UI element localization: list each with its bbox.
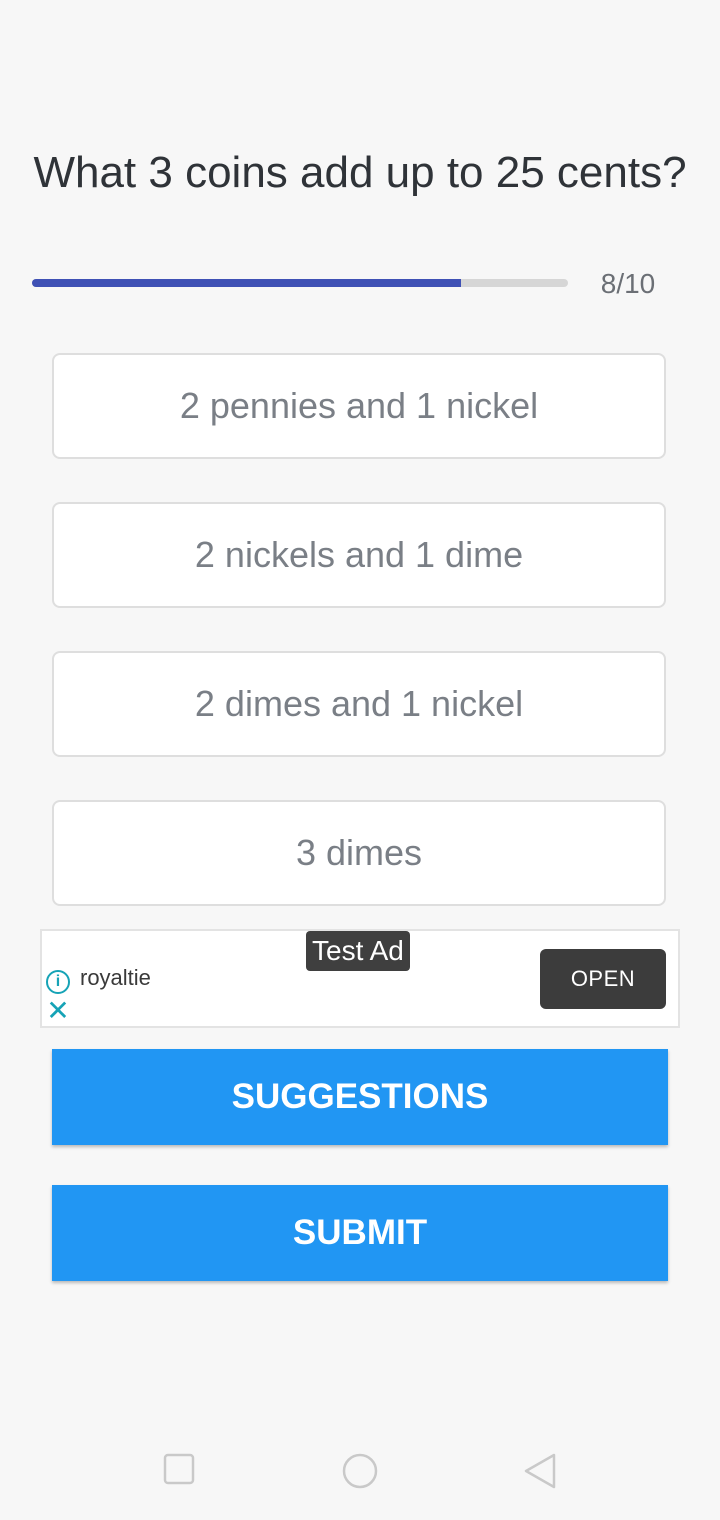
- ad-advertiser: royaltie: [80, 965, 151, 990]
- progress-bar: [32, 279, 568, 287]
- ad-banner[interactable]: Test Ad i ✕ royaltie OPEN: [40, 929, 680, 1028]
- circle-home-icon[interactable]: [340, 1452, 380, 1492]
- answer-option-1[interactable]: 2 pennies and 1 nickel: [52, 353, 666, 459]
- answer-option-2[interactable]: 2 nickels and 1 dime: [52, 502, 666, 608]
- triangle-back-icon[interactable]: [520, 1452, 560, 1492]
- info-icon[interactable]: i: [46, 970, 70, 994]
- close-icon[interactable]: ✕: [46, 997, 70, 1025]
- square-recents-icon[interactable]: [162, 1452, 198, 1488]
- answer-option-4[interactable]: 3 dimes: [52, 800, 666, 906]
- ad-label: Test Ad: [306, 931, 410, 971]
- progress-counter: 8/10: [600, 268, 656, 299]
- suggestions-button[interactable]: SUGGESTIONS: [52, 1049, 668, 1145]
- submit-button[interactable]: SUBMIT: [52, 1185, 668, 1281]
- answer-option-3[interactable]: 2 dimes and 1 nickel: [52, 651, 666, 757]
- progress-fill: [32, 279, 461, 287]
- ad-open-button[interactable]: OPEN: [540, 949, 666, 1009]
- question-title: What 3 coins add up to 25 cents?: [33, 148, 687, 197]
